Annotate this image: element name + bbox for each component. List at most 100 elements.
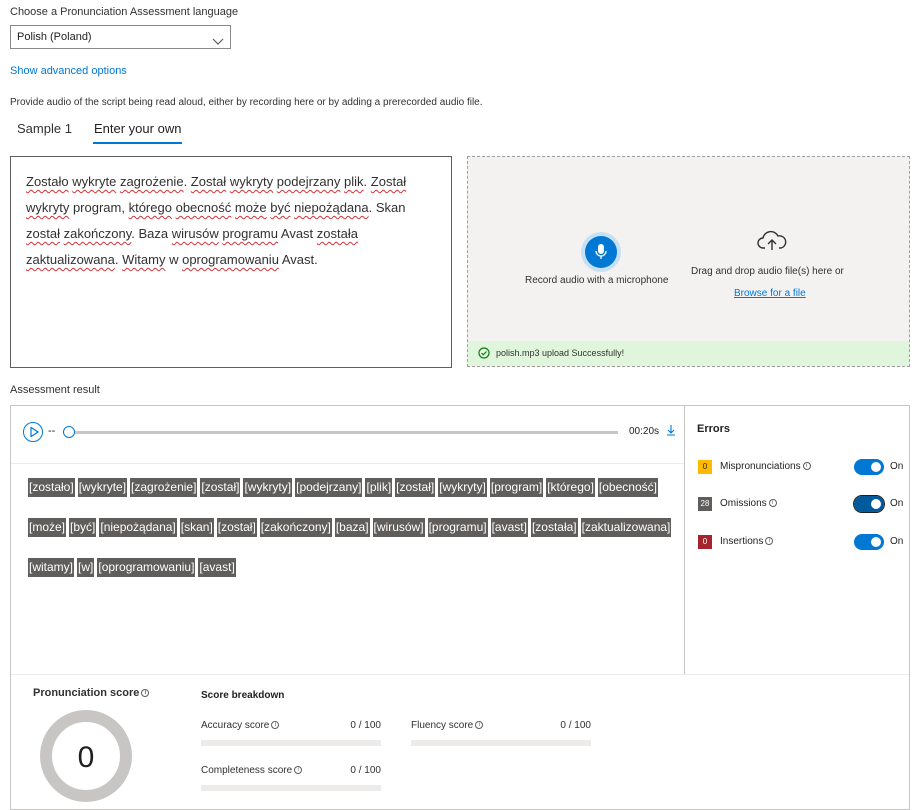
assessment-word[interactable]: [którego] xyxy=(546,478,595,497)
assessment-word[interactable]: [zakończony] xyxy=(259,518,332,537)
assessment-word[interactable]: [został] xyxy=(200,478,241,497)
playback-slider-thumb[interactable] xyxy=(63,426,75,438)
script-text-input[interactable]: Zostało wykryte zagrożenie. Został wykry… xyxy=(10,156,452,368)
error-row-insertions: 0 Insertions i On xyxy=(698,533,908,551)
assessment-word[interactable]: [programu] xyxy=(427,518,488,537)
assessment-word[interactable]: [wykryte] xyxy=(77,478,128,497)
assessment-word[interactable]: [w] xyxy=(77,558,95,577)
assessment-word[interactable]: [wykryty] xyxy=(438,478,487,497)
flagged-word: może xyxy=(234,200,267,215)
flagged-word: być xyxy=(270,200,291,215)
completeness-score-value: 0 / 100 xyxy=(350,765,381,776)
assessment-word[interactable]: [plik] xyxy=(365,478,393,497)
completeness-score-name: Completeness score xyxy=(201,765,293,776)
show-advanced-options-link[interactable]: Show advanced options xyxy=(10,65,127,77)
info-icon[interactable]: i xyxy=(802,462,811,470)
info-icon[interactable]: i xyxy=(768,499,777,507)
score-breakdown-title: Score breakdown xyxy=(201,690,285,701)
assessment-word[interactable]: [zostało] xyxy=(28,478,75,497)
insertions-toggle[interactable] xyxy=(854,534,884,550)
script-text-segment: . xyxy=(183,174,191,189)
scores-pane: Pronunciation score i 0 Score breakdown A… xyxy=(11,674,909,810)
script-text-segment: . xyxy=(363,174,371,189)
assessment-word[interactable]: [baza] xyxy=(334,518,370,537)
accuracy-score-label: Accuracy score i xyxy=(201,720,280,731)
flagged-word: zagrożenie xyxy=(119,174,184,189)
insertions-count-badge: 0 xyxy=(698,535,712,549)
assessment-word[interactable]: [skan] xyxy=(179,518,214,537)
assessment-word[interactable]: [zagrożenie] xyxy=(130,478,198,497)
check-circle-icon xyxy=(478,347,490,359)
error-row-omissions: 28 Omissions i On xyxy=(698,495,908,513)
fluency-score-value: 0 / 100 xyxy=(560,720,591,731)
assessment-word[interactable]: [może] xyxy=(28,518,67,537)
flagged-word: zaktualizowana xyxy=(26,252,115,267)
flagged-word: została xyxy=(316,226,358,241)
info-icon[interactable]: i xyxy=(475,721,484,729)
insertions-name: Insertions xyxy=(720,536,764,547)
tab-enter-your-own[interactable]: Enter your own xyxy=(93,121,183,144)
flagged-word: wykryte xyxy=(72,174,117,189)
play-icon xyxy=(30,427,39,437)
assessment-word[interactable]: [program] xyxy=(489,478,544,497)
cloud-upload-icon xyxy=(757,229,787,256)
assessment-word[interactable]: [oprogramowaniu] xyxy=(97,558,196,577)
pronunciation-score-donut: 0 xyxy=(39,709,133,806)
drag-drop-label: Drag and drop audio file(s) here or xyxy=(691,266,844,277)
record-audio-label: Record audio with a microphone xyxy=(525,275,669,286)
assessment-result-label: Assessment result xyxy=(10,384,100,396)
assessment-word[interactable]: [niepożądana] xyxy=(99,518,177,537)
mispronunciations-name: Mispronunciations xyxy=(720,461,801,472)
provide-audio-instructions: Provide audio of the script being read a… xyxy=(10,97,483,108)
flagged-word: niepożądana xyxy=(294,200,369,215)
flagged-word: którego xyxy=(128,200,172,215)
upload-status-bar: polish.mp3 upload Successfully! xyxy=(468,341,909,366)
flagged-word: został xyxy=(26,226,60,241)
insertions-toggle-label: On xyxy=(890,536,904,547)
flagged-word: programu xyxy=(222,226,278,241)
assessment-word[interactable]: [witamy] xyxy=(28,558,75,577)
flagged-word: wykryty xyxy=(26,200,70,215)
assessment-word[interactable]: [być] xyxy=(69,518,97,537)
play-button[interactable] xyxy=(23,422,43,442)
language-dropdown[interactable]: Polish (Poland) xyxy=(10,25,231,49)
assessment-word[interactable]: [podejrzany] xyxy=(295,478,363,497)
assessment-word[interactable]: [zaktualizowana] xyxy=(580,518,672,537)
browse-for-file-link[interactable]: Browse for a file xyxy=(734,288,806,299)
assessment-word[interactable]: [wirusów] xyxy=(372,518,425,537)
omissions-toggle[interactable] xyxy=(853,495,885,513)
flagged-word: podejrzany xyxy=(276,174,341,189)
mispronunciations-label: Mispronunciations i xyxy=(720,461,811,472)
info-icon[interactable]: i xyxy=(271,721,280,729)
info-icon[interactable]: i xyxy=(141,689,150,697)
assessment-word[interactable]: [avast] xyxy=(490,518,528,537)
playback-position: -- xyxy=(48,425,56,437)
completeness-score-label: Completeness score i xyxy=(201,765,303,776)
assessment-word[interactable]: [obecność] xyxy=(597,478,658,497)
flagged-word: wykryty xyxy=(229,174,274,189)
mispronunciations-count-badge: 0 xyxy=(698,460,712,474)
error-row-mispronunciations: 0 Mispronunciations i On xyxy=(698,458,908,476)
script-text-segment: program, xyxy=(69,200,129,215)
omissions-count-badge: 28 xyxy=(698,497,712,511)
language-label: Choose a Pronunciation Assessment langua… xyxy=(10,6,239,18)
assessment-word[interactable]: [wykryty] xyxy=(243,478,293,497)
omissions-toggle-label: On xyxy=(890,498,904,509)
fluency-score-name: Fluency score xyxy=(411,720,474,731)
flagged-word: oprogramowaniu xyxy=(182,252,279,267)
assessment-word[interactable]: [został] xyxy=(216,518,257,537)
playback-slider[interactable] xyxy=(63,426,618,438)
assessment-word[interactable]: [avast] xyxy=(198,558,236,577)
mispronunciations-toggle[interactable] xyxy=(854,459,884,475)
script-text-segment: . Skan xyxy=(368,200,406,215)
info-icon[interactable]: i xyxy=(294,766,303,774)
record-microphone-button[interactable] xyxy=(585,236,617,268)
assessment-word[interactable]: [została] xyxy=(530,518,578,537)
info-icon[interactable]: i xyxy=(765,537,774,545)
download-icon[interactable] xyxy=(666,424,676,439)
assessment-result-panel: -- 00:20s [zostało] [wykryte] [zagrożenie]… xyxy=(10,405,910,810)
flagged-word: plik xyxy=(344,174,364,189)
playback-duration: 00:20s xyxy=(629,426,660,437)
assessment-word[interactable]: [został] xyxy=(395,478,436,497)
tab-sample-1[interactable]: Sample 1 xyxy=(17,121,72,142)
